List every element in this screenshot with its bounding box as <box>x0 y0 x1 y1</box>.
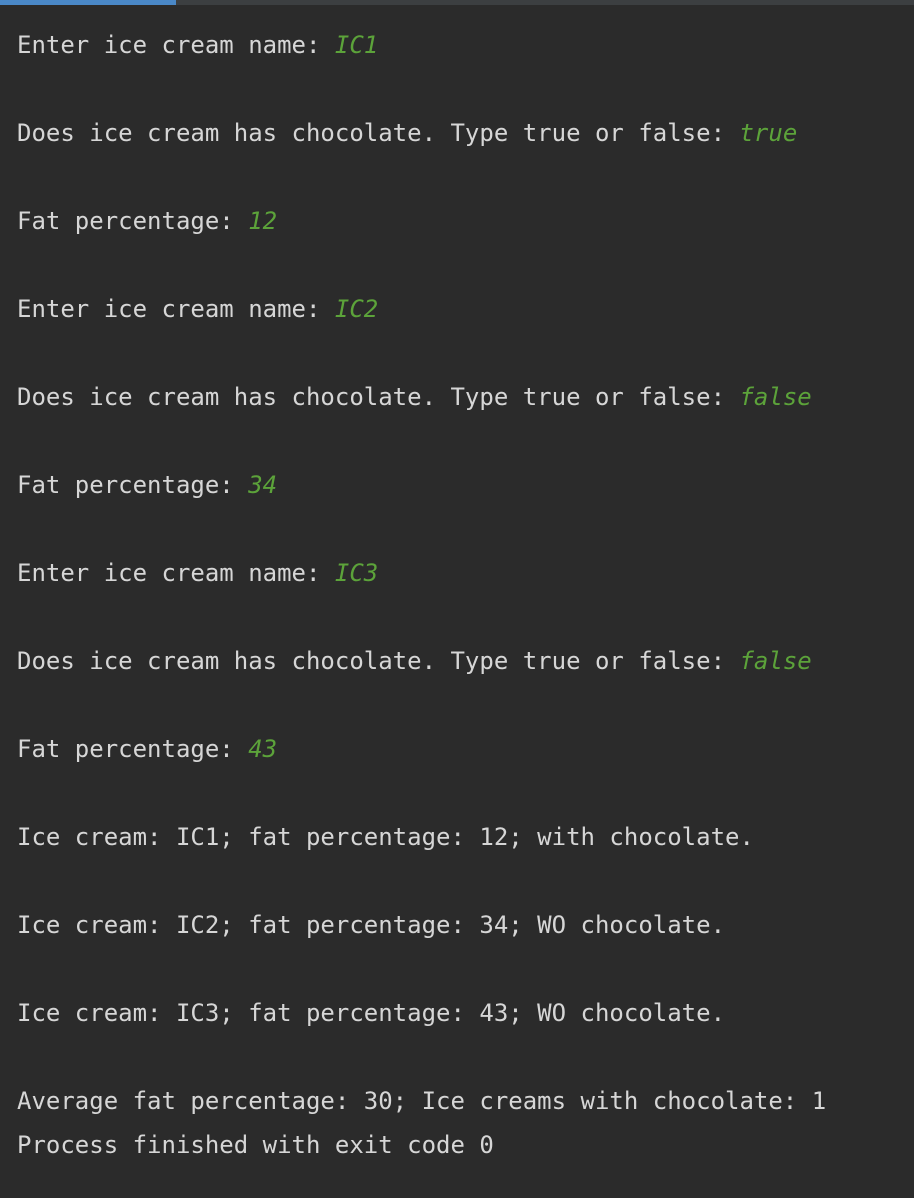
console-line-chocolate-prompt: Does ice cream has chocolate. Type true … <box>17 382 812 412</box>
console-line-average-summary: Average fat percentage: 30; Ice creams w… <box>17 1087 827 1115</box>
console-line-exit-status: Process finished with exit code 0 <box>17 1131 494 1159</box>
user-input-text: IC1 <box>334 31 379 59</box>
console-line-name-prompt: Enter ice cream name: IC2 <box>17 294 378 324</box>
prompt-text: Fat percentage: <box>17 207 249 235</box>
console-line-fat-prompt: Fat percentage: 43 <box>17 734 277 764</box>
prompt-text: Enter ice cream name: <box>17 31 335 59</box>
user-input-text: false <box>739 383 812 411</box>
user-input-text: IC2 <box>334 295 379 323</box>
user-input-text: false <box>739 647 812 675</box>
console-line-fat-prompt: Fat percentage: 12 <box>17 206 277 236</box>
console-line-name-prompt: Enter ice cream name: IC1 <box>17 30 378 60</box>
prompt-text: Fat percentage: <box>17 471 249 499</box>
console-line-ice-cream-summary: Ice cream: IC3; fat percentage: 43; WO c… <box>17 999 726 1027</box>
console-line-chocolate-prompt: Does ice cream has chocolate. Type true … <box>17 646 812 676</box>
run-console-output[interactable]: Enter ice cream name: IC1 Does ice cream… <box>0 5 914 1198</box>
console-line-ice-cream-summary: Ice cream: IC1; fat percentage: 12; with… <box>17 823 754 851</box>
user-input-text: 43 <box>248 735 278 763</box>
prompt-text: Enter ice cream name: <box>17 559 335 587</box>
console-line-name-prompt: Enter ice cream name: IC3 <box>17 558 378 588</box>
console-line-chocolate-prompt: Does ice cream has chocolate. Type true … <box>17 118 797 148</box>
prompt-text: Does ice cream has chocolate. Type true … <box>17 647 740 675</box>
prompt-text: Does ice cream has chocolate. Type true … <box>17 119 740 147</box>
user-input-text: IC3 <box>334 559 379 587</box>
prompt-text: Enter ice cream name: <box>17 295 335 323</box>
console-line-fat-prompt: Fat percentage: 34 <box>17 470 277 500</box>
console-line-ice-cream-summary: Ice cream: IC2; fat percentage: 34; WO c… <box>17 911 726 939</box>
user-input-text: 12 <box>248 207 278 235</box>
user-input-text: true <box>739 119 798 147</box>
user-input-text: 34 <box>248 471 278 499</box>
prompt-text: Fat percentage: <box>17 735 249 763</box>
prompt-text: Does ice cream has chocolate. Type true … <box>17 383 740 411</box>
